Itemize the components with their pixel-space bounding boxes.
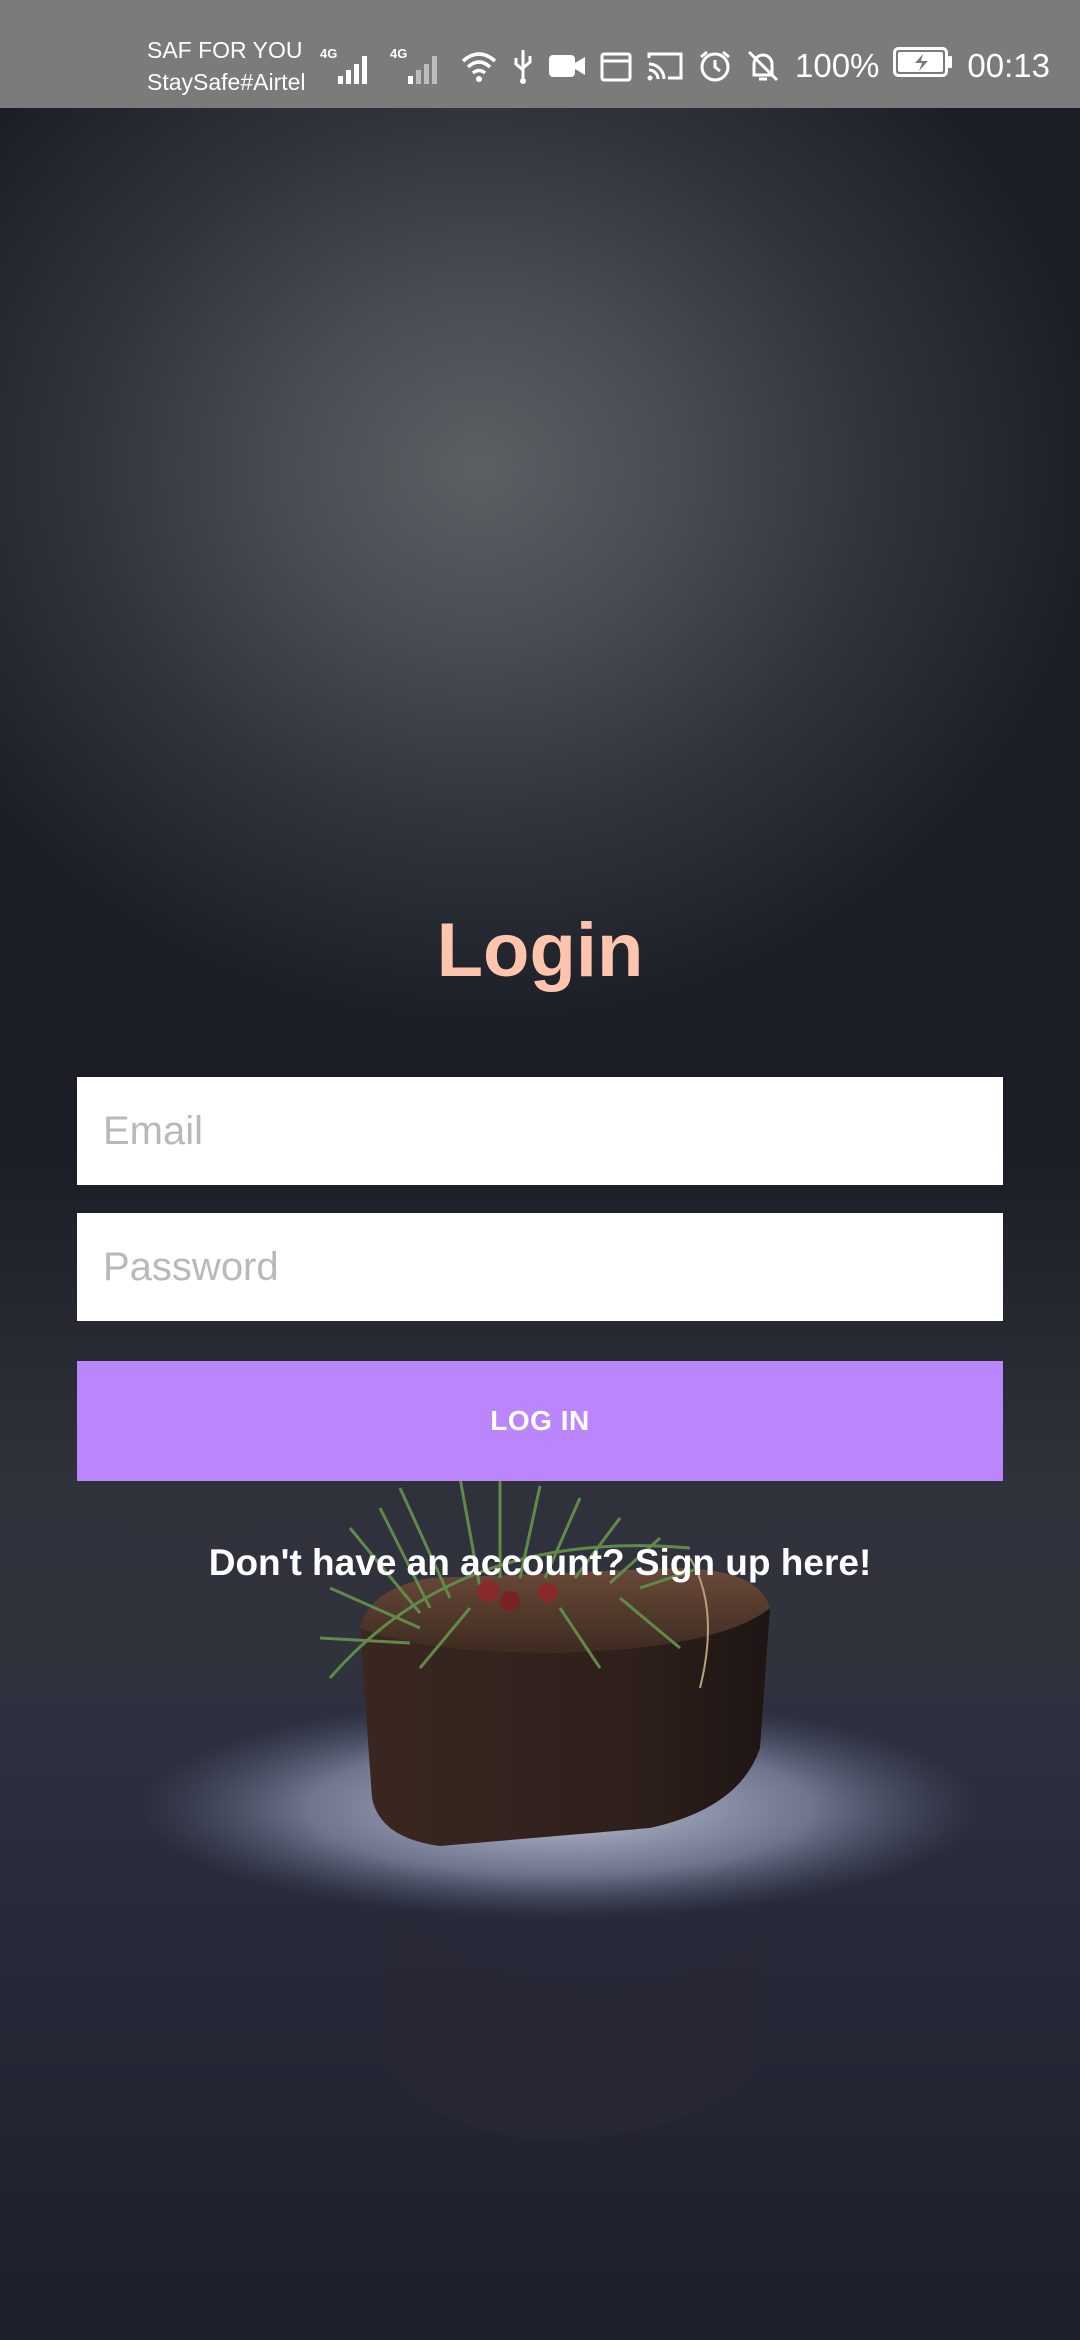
clock: 00:13: [967, 47, 1050, 84]
cake-reflection: [380, 1908, 760, 2140]
calendar-icon: [600, 50, 632, 82]
berry: [500, 1591, 520, 1611]
status-icons: 4G 4G: [320, 44, 794, 88]
battery-charging-icon: [893, 47, 953, 85]
usb-icon: [512, 48, 534, 84]
carrier-info: SAF FOR YOU StaySafe#Airtel: [147, 34, 306, 98]
signal-icon: 4G: [390, 46, 446, 86]
video-camera-icon: [548, 51, 586, 81]
alarm-icon: [698, 49, 732, 83]
status-bar: SAF FOR YOU StaySafe#Airtel 4G 4G 100% 0…: [0, 0, 1080, 108]
email-field[interactable]: [77, 1077, 1003, 1185]
status-right: 100% 00:13: [795, 44, 1050, 88]
network-type-label: 4G: [320, 46, 337, 61]
battery-percent: 100%: [795, 47, 880, 84]
password-field[interactable]: [77, 1213, 1003, 1321]
wifi-icon: [460, 49, 498, 83]
login-screen: Login LOG IN Don't have an account? Sign…: [0, 108, 1080, 2340]
page-title: Login: [436, 908, 644, 993]
network-type-label: 4G: [390, 46, 407, 61]
bell-off-icon: [746, 49, 780, 83]
signup-link[interactable]: Don't have an account? Sign up here!: [0, 1533, 1080, 1593]
carrier-line-1: SAF FOR YOU: [147, 37, 303, 63]
login-button[interactable]: LOG IN: [77, 1361, 1003, 1481]
carrier-line-2: StaySafe#Airtel: [147, 69, 306, 95]
cast-icon: [646, 50, 684, 82]
signal-icon: 4G: [320, 46, 376, 86]
